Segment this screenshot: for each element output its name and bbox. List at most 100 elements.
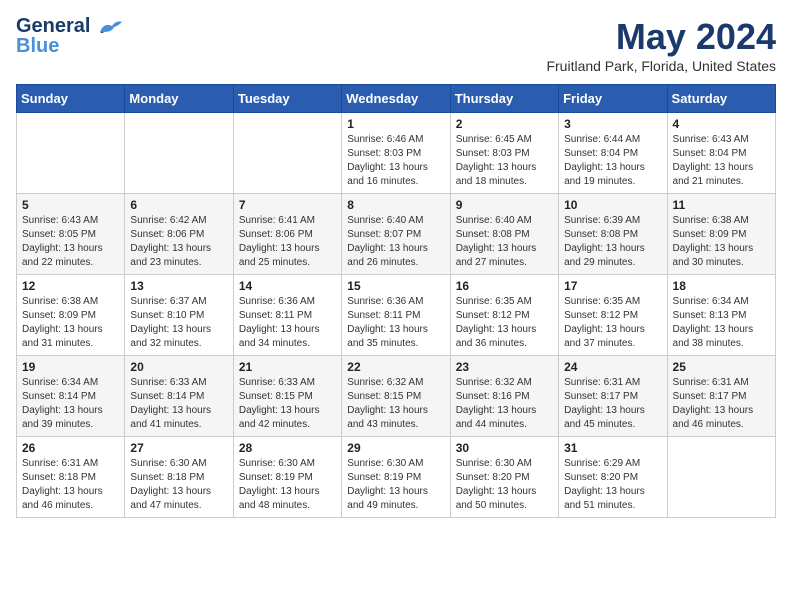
logo-text: General Blue [16,16,90,56]
day-number: 7 [239,198,336,212]
day-number: 2 [456,117,553,131]
day-info: Sunrise: 6:36 AM Sunset: 8:11 PM Dayligh… [239,295,336,351]
calendar-cell: 30 Sunrise: 6:30 AM Sunset: 8:20 PM Dayli… [450,437,558,518]
weekday-header-tuesday: Tuesday [233,85,341,113]
day-number: 26 [22,441,119,455]
day-info: Sunrise: 6:34 AM Sunset: 8:13 PM Dayligh… [673,295,770,351]
day-info: Sunrise: 6:34 AM Sunset: 8:14 PM Dayligh… [22,376,119,432]
calendar-cell: 1 Sunrise: 6:46 AM Sunset: 8:03 PM Daylig… [342,113,450,194]
day-info: Sunrise: 6:32 AM Sunset: 8:15 PM Dayligh… [347,376,444,432]
weekday-header-sunday: Sunday [17,85,125,113]
day-number: 30 [456,441,553,455]
day-number: 21 [239,360,336,374]
calendar-cell: 25Sunrise: 6:31 AM Sunset: 8:17 PM Dayli… [667,356,775,437]
day-info: Sunrise: 6:30 AM Sunset: 8:19 PM Dayligh… [239,457,336,513]
day-info: Sunrise: 6:36 AM Sunset: 8:11 PM Dayligh… [347,295,444,351]
day-info: Sunrise: 6:33 AM Sunset: 8:15 PM Dayligh… [239,376,336,432]
calendar-cell: 26Sunrise: 6:31 AM Sunset: 8:18 PM Dayli… [17,437,125,518]
calendar-cell: 19 Sunrise: 6:34 AM Sunset: 8:14 PM Dayli… [17,356,125,437]
calendar-cell [17,113,125,194]
calendar-cell: 9Sunrise: 6:40 AM Sunset: 8:08 PM Daylig… [450,194,558,275]
day-number: 28 [239,441,336,455]
calendar-cell [125,113,233,194]
calendar-cell: 18Sunrise: 6:34 AM Sunset: 8:13 PM Dayli… [667,275,775,356]
weekday-header-row: SundayMondayTuesdayWednesdayThursdayFrid… [17,85,776,113]
day-info: Sunrise: 6:33 AM Sunset: 8:14 PM Dayligh… [130,376,227,432]
calendar-cell: 2Sunrise: 6:45 AM Sunset: 8:03 PM Daylig… [450,113,558,194]
calendar-cell: 10Sunrise: 6:39 AM Sunset: 8:08 PM Dayli… [559,194,667,275]
day-number: 16 [456,279,553,293]
calendar-cell: 13 Sunrise: 6:37 AM Sunset: 8:10 PM Dayli… [125,275,233,356]
calendar-cell: 27Sunrise: 6:30 AM Sunset: 8:18 PM Dayli… [125,437,233,518]
day-info: Sunrise: 6:29 AM Sunset: 8:20 PM Dayligh… [564,457,661,513]
title-block: May 2024 Fruitland Park, Florida, United… [546,16,776,74]
weekday-header-saturday: Saturday [667,85,775,113]
day-info: Sunrise: 6:32 AM Sunset: 8:16 PM Dayligh… [456,376,553,432]
day-info: Sunrise: 6:44 AM Sunset: 8:04 PM Dayligh… [564,133,661,189]
day-info: Sunrise: 6:31 AM Sunset: 8:17 PM Dayligh… [673,376,770,432]
calendar-cell: 15 Sunrise: 6:36 AM Sunset: 8:11 PM Dayli… [342,275,450,356]
day-info: Sunrise: 6:46 AM Sunset: 8:03 PM Dayligh… [347,133,444,189]
calendar-cell [667,437,775,518]
month-year-title: May 2024 [546,16,776,58]
day-info: Sunrise: 6:35 AM Sunset: 8:12 PM Dayligh… [564,295,661,351]
day-number: 10 [564,198,661,212]
day-number: 1 [347,117,444,131]
calendar-cell: 4 Sunrise: 6:43 AM Sunset: 8:04 PM Daylig… [667,113,775,194]
calendar-cell: 17 Sunrise: 6:35 AM Sunset: 8:12 PM Dayli… [559,275,667,356]
day-number: 4 [673,117,770,131]
day-info: Sunrise: 6:43 AM Sunset: 8:04 PM Dayligh… [673,133,770,189]
calendar-cell: 5 Sunrise: 6:43 AM Sunset: 8:05 PM Daylig… [17,194,125,275]
day-number: 14 [239,279,336,293]
day-info: Sunrise: 6:38 AM Sunset: 8:09 PM Dayligh… [22,295,119,351]
day-number: 15 [347,279,444,293]
day-info: Sunrise: 6:38 AM Sunset: 8:09 PM Dayligh… [673,214,770,270]
day-number: 20 [130,360,227,374]
calendar-cell: 31 Sunrise: 6:29 AM Sunset: 8:20 PM Dayli… [559,437,667,518]
weekday-header-friday: Friday [559,85,667,113]
calendar-cell: 6Sunrise: 6:42 AM Sunset: 8:06 PM Daylig… [125,194,233,275]
day-info: Sunrise: 6:40 AM Sunset: 8:07 PM Dayligh… [347,214,444,270]
weekday-header-thursday: Thursday [450,85,558,113]
day-info: Sunrise: 6:37 AM Sunset: 8:10 PM Dayligh… [130,295,227,351]
day-info: Sunrise: 6:31 AM Sunset: 8:17 PM Dayligh… [564,376,661,432]
calendar-table: SundayMondayTuesdayWednesdayThursdayFrid… [16,84,776,518]
day-number: 13 [130,279,227,293]
day-info: Sunrise: 6:30 AM Sunset: 8:19 PM Dayligh… [347,457,444,513]
calendar-cell: 21 Sunrise: 6:33 AM Sunset: 8:15 PM Dayli… [233,356,341,437]
calendar-cell [233,113,341,194]
calendar-cell: 12Sunrise: 6:38 AM Sunset: 8:09 PM Dayli… [17,275,125,356]
logo-bird-icon [94,18,122,45]
day-number: 29 [347,441,444,455]
day-info: Sunrise: 6:43 AM Sunset: 8:05 PM Dayligh… [22,214,119,270]
day-info: Sunrise: 6:30 AM Sunset: 8:20 PM Dayligh… [456,457,553,513]
day-number: 22 [347,360,444,374]
calendar-cell: 24 Sunrise: 6:31 AM Sunset: 8:17 PM Dayli… [559,356,667,437]
day-number: 5 [22,198,119,212]
day-number: 19 [22,360,119,374]
logo: General Blue [16,16,122,56]
day-number: 11 [673,198,770,212]
calendar-week-row: 26Sunrise: 6:31 AM Sunset: 8:18 PM Dayli… [17,437,776,518]
day-info: Sunrise: 6:42 AM Sunset: 8:06 PM Dayligh… [130,214,227,270]
calendar-cell: 14 Sunrise: 6:36 AM Sunset: 8:11 PM Dayli… [233,275,341,356]
page-header: General Blue May 2024 Fruitland Park, Fl… [16,16,776,74]
calendar-cell: 7Sunrise: 6:41 AM Sunset: 8:06 PM Daylig… [233,194,341,275]
calendar-cell: 3Sunrise: 6:44 AM Sunset: 8:04 PM Daylig… [559,113,667,194]
day-number: 17 [564,279,661,293]
day-number: 24 [564,360,661,374]
calendar-cell: 28 Sunrise: 6:30 AM Sunset: 8:19 PM Dayli… [233,437,341,518]
day-number: 23 [456,360,553,374]
calendar-cell: 23 Sunrise: 6:32 AM Sunset: 8:16 PM Dayli… [450,356,558,437]
day-number: 31 [564,441,661,455]
calendar-week-row: 5 Sunrise: 6:43 AM Sunset: 8:05 PM Daylig… [17,194,776,275]
calendar-cell: 20 Sunrise: 6:33 AM Sunset: 8:14 PM Dayli… [125,356,233,437]
calendar-week-row: 1 Sunrise: 6:46 AM Sunset: 8:03 PM Daylig… [17,113,776,194]
day-info: Sunrise: 6:35 AM Sunset: 8:12 PM Dayligh… [456,295,553,351]
day-info: Sunrise: 6:30 AM Sunset: 8:18 PM Dayligh… [130,457,227,513]
calendar-week-row: 19 Sunrise: 6:34 AM Sunset: 8:14 PM Dayli… [17,356,776,437]
weekday-header-monday: Monday [125,85,233,113]
location-subtitle: Fruitland Park, Florida, United States [546,58,776,74]
day-info: Sunrise: 6:40 AM Sunset: 8:08 PM Dayligh… [456,214,553,270]
weekday-header-wednesday: Wednesday [342,85,450,113]
